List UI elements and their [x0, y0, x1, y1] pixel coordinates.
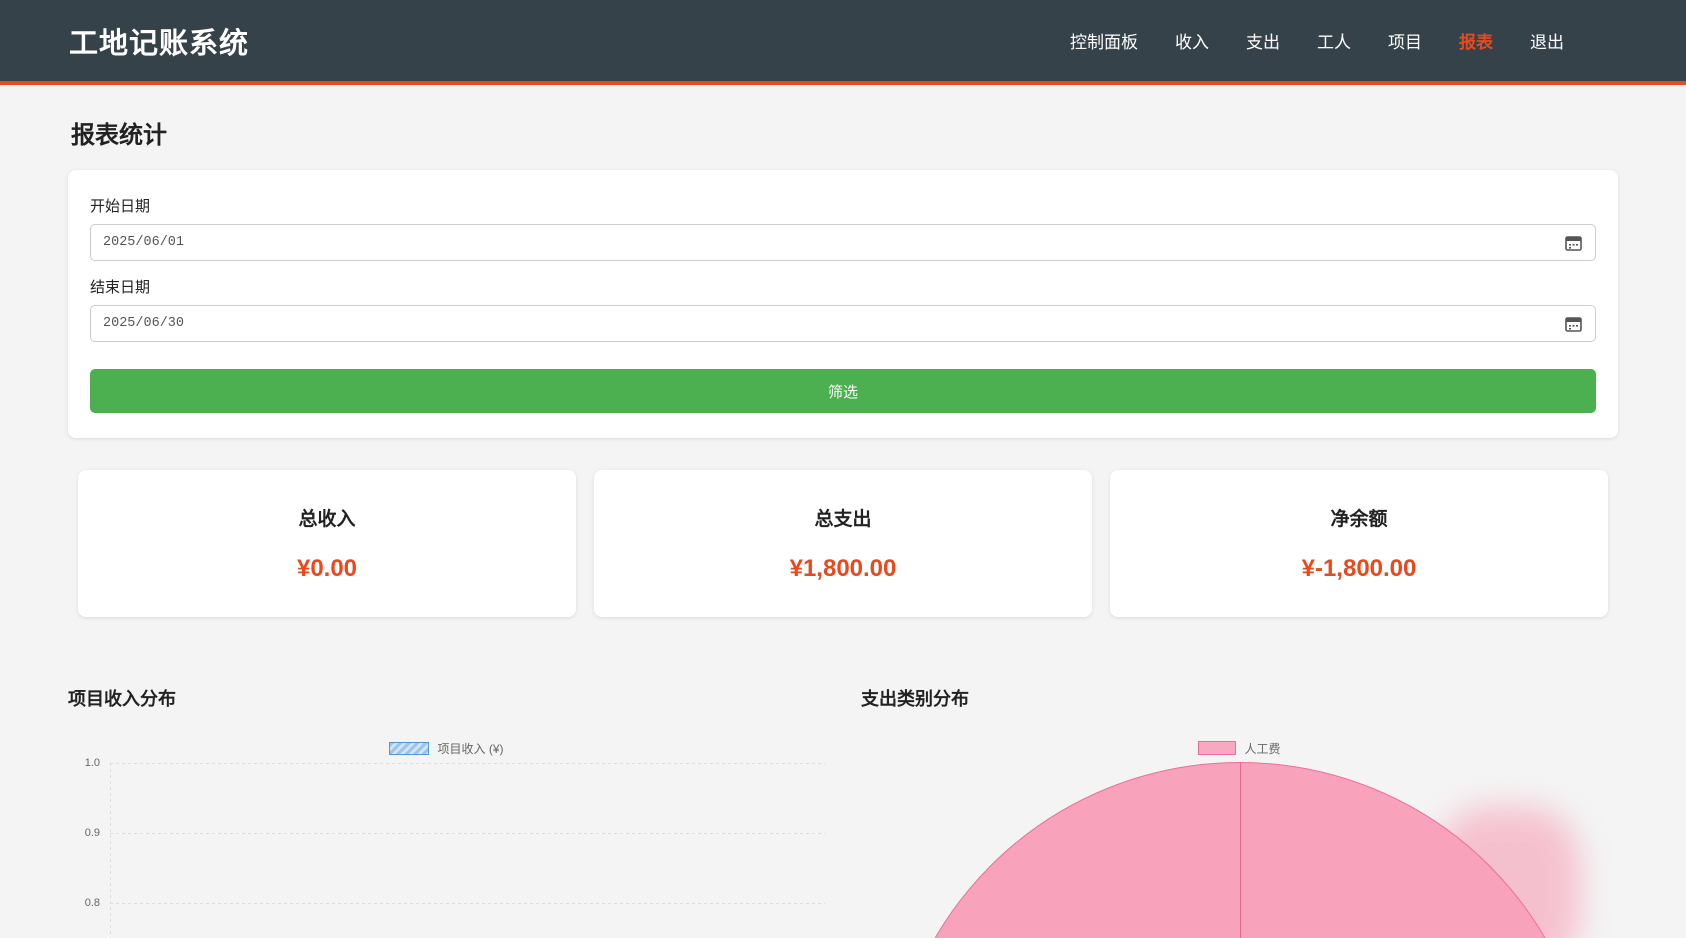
nav-item-expense[interactable]: 支出: [1246, 33, 1280, 52]
date-filter-card: 开始日期 结束日期: [68, 170, 1618, 438]
nav-li: 项目: [1388, 28, 1422, 53]
summary-cards-row: 总收入 ¥0.00 总支出 ¥1,800.00 净余额 ¥-1,800.00: [68, 470, 1618, 617]
bar-chart-canvas: 1.0 0.9 0.8: [68, 763, 825, 938]
calendar-icon[interactable]: [1565, 316, 1582, 332]
summary-card-total-expense: 总支出 ¥1,800.00: [594, 470, 1092, 617]
gridline: [110, 833, 825, 834]
nav-li: 退出: [1530, 28, 1564, 53]
bar-chart-title: 项目收入分布: [68, 687, 825, 711]
nav-item-dashboard[interactable]: 控制面板: [1070, 33, 1138, 52]
expense-category-chart-section: 支出类别分布 人工费: [861, 687, 1618, 938]
y-axis: [110, 763, 111, 938]
main-content: 报表统计 开始日期 结束日期: [0, 115, 1686, 938]
pie-chart-title: 支出类别分布: [861, 687, 1618, 711]
end-date-input[interactable]: [90, 305, 1596, 342]
nav-li: 收入: [1175, 28, 1209, 53]
summary-title: 总支出: [594, 504, 1092, 531]
start-date-input[interactable]: [90, 224, 1596, 261]
nav-item-workers[interactable]: 工人: [1317, 33, 1351, 52]
nav-li: 工人: [1317, 28, 1351, 53]
pie-slice-border: [1240, 763, 1242, 938]
end-date-label: 结束日期: [90, 276, 1596, 297]
top-navbar: 工地记账系统 控制面板 收入 支出 工人 项目 报表 退出: [0, 0, 1686, 85]
bar-legend-label: 项目收入 (¥): [437, 740, 503, 757]
nav-menu: 控制面板 收入 支出 工人 项目 报表 退出: [1070, 28, 1564, 53]
nav-item-projects[interactable]: 项目: [1388, 33, 1422, 52]
summary-card-net-balance: 净余额 ¥-1,800.00: [1110, 470, 1608, 617]
summary-card-total-income: 总收入 ¥0.00: [78, 470, 576, 617]
y-tick-label: 0.9: [68, 827, 100, 839]
y-tick-label: 1.0: [68, 757, 100, 769]
pie-chart-canvas: [861, 762, 1618, 938]
summary-value: ¥1,800.00: [594, 555, 1092, 583]
calendar-icon[interactable]: [1565, 235, 1582, 251]
start-date-field: [90, 224, 1596, 261]
pie-chart-legend[interactable]: 人工费: [861, 741, 1618, 755]
nav-item-logout[interactable]: 退出: [1530, 33, 1564, 52]
bar-legend-swatch-icon: [389, 742, 429, 755]
page-title: 报表统计: [71, 115, 1618, 150]
bar-chart-legend[interactable]: 项目收入 (¥): [68, 741, 825, 755]
pie-legend-swatch-icon: [1198, 741, 1236, 755]
summary-title: 净余额: [1110, 504, 1608, 531]
gridline: [110, 903, 825, 904]
app-brand: 工地记账系统: [69, 20, 249, 62]
nav-item-reports[interactable]: 报表: [1459, 33, 1493, 52]
summary-value: ¥-1,800.00: [1110, 555, 1608, 583]
y-tick-label: 0.8: [68, 897, 100, 909]
summary-value: ¥0.00: [78, 555, 576, 583]
charts-row: 项目收入分布 项目收入 (¥) 1.0 0.9 0.8 支出类别分布 人工费: [68, 687, 1618, 938]
summary-title: 总收入: [78, 504, 576, 531]
project-income-chart-section: 项目收入分布 项目收入 (¥) 1.0 0.9 0.8: [68, 687, 825, 938]
pie-legend-label: 人工费: [1244, 740, 1280, 757]
nav-item-income[interactable]: 收入: [1175, 33, 1209, 52]
nav-li: 控制面板: [1070, 28, 1138, 53]
start-date-label: 开始日期: [90, 195, 1596, 216]
gridline: [110, 763, 825, 764]
filter-submit-button[interactable]: 筛选: [90, 369, 1596, 413]
nav-li: 支出: [1246, 28, 1280, 53]
nav-li: 报表: [1459, 28, 1493, 53]
end-date-field: [90, 305, 1596, 342]
